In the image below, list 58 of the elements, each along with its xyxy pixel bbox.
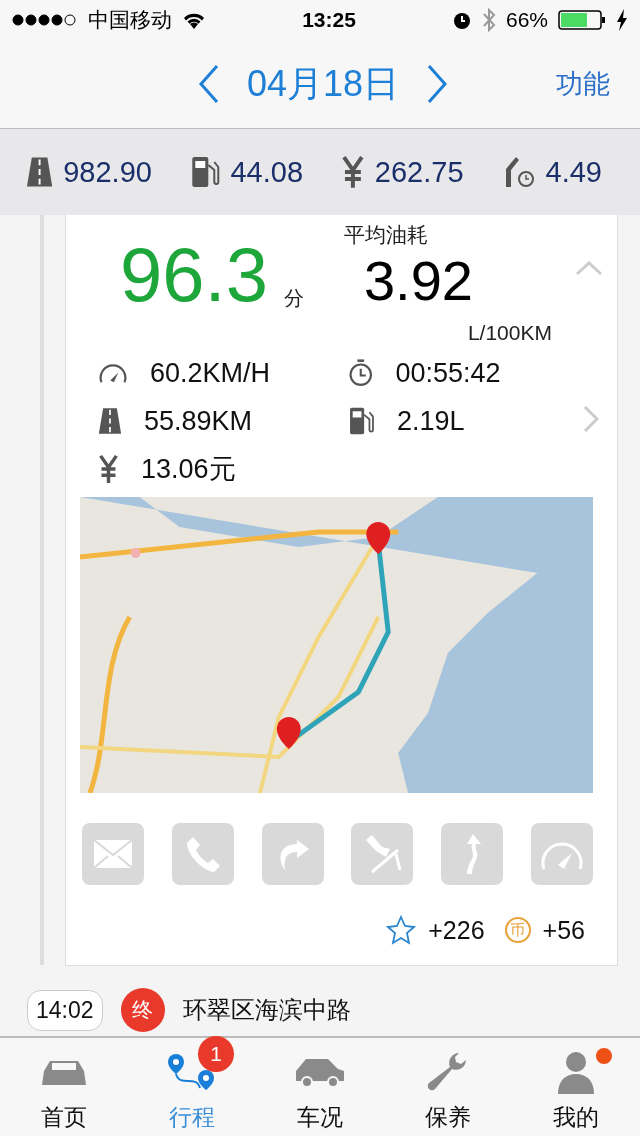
average-fuel-value: 3.92 [363,253,474,309]
action-button[interactable] [531,823,593,885]
road-icon [26,155,54,189]
score-unit: 分 [283,286,304,311]
trip-stat: 00:55:42 [395,357,501,389]
date-title: 04月18日 [246,61,400,106]
fuel-pump-icon [348,406,375,436]
end-address: 环翠区海滨中路 [182,995,351,1025]
star-points: +226 [428,915,485,945]
end-badge: 终 [120,988,165,1032]
action-button[interactable] [441,823,504,885]
clock-time: 13:25 [302,8,356,32]
coin-points: +56 [542,915,585,945]
battery-icon [558,10,606,30]
trip-stat: 13.06元 [141,453,236,486]
charging-bolt-icon [616,9,628,31]
collapse-button[interactable] [575,260,603,276]
speedometer-icon [98,361,128,385]
road-icon [98,406,122,436]
tab-bar-item[interactable]: 保养 [398,1038,498,1136]
summary-value: 982.90 [63,155,152,189]
trip-stat: 2.19L [397,405,465,437]
average-fuel-label: 平均油耗 [343,222,429,248]
yen-icon [98,454,119,484]
end-time: 14:02 [27,989,103,1031]
action-button[interactable] [171,823,234,885]
trip-stat: 60.2KM/H [150,357,271,389]
tab-bar-item[interactable]: 首页 [14,1038,114,1136]
tab-bar-item[interactable]: 我的 [526,1038,626,1136]
envelope-icon [93,839,133,869]
tab-bar-item[interactable]: 车况 [270,1038,370,1136]
battery-percent: 66% [505,8,548,32]
summary-value: 262.75 [374,155,464,189]
trip-stat: 55.89KM [144,405,253,437]
details-chevron-button[interactable] [583,405,599,433]
action-button[interactable] [261,823,324,885]
summary-value: 44.08 [230,155,304,189]
person-icon [556,1050,596,1094]
action-button[interactable] [351,823,414,885]
stopwatch-icon [348,358,374,388]
fuel-pump-icon [189,155,221,189]
carrier-name: 中国移动 [88,7,172,33]
functions-button[interactable]: 功能 [556,66,610,102]
yen-icon [341,155,365,189]
summary-value: 4.49 [545,155,602,189]
tab-bar-item[interactable]: 行程 1 [142,1038,242,1136]
fuel-unit: L/100KM [467,321,552,345]
action-button[interactable] [82,823,144,885]
driving-score: 96.3 [120,237,268,313]
notification-badge: 1 [198,1036,234,1072]
car-icon [294,1057,346,1087]
alarm-clock-icon [451,10,472,30]
wifi-icon [182,11,206,29]
coin-badge: 币 [504,917,531,943]
bluetooth-icon [481,8,496,32]
star-icon [386,915,417,945]
signal-icon [12,14,78,26]
phone-icon [184,835,221,873]
